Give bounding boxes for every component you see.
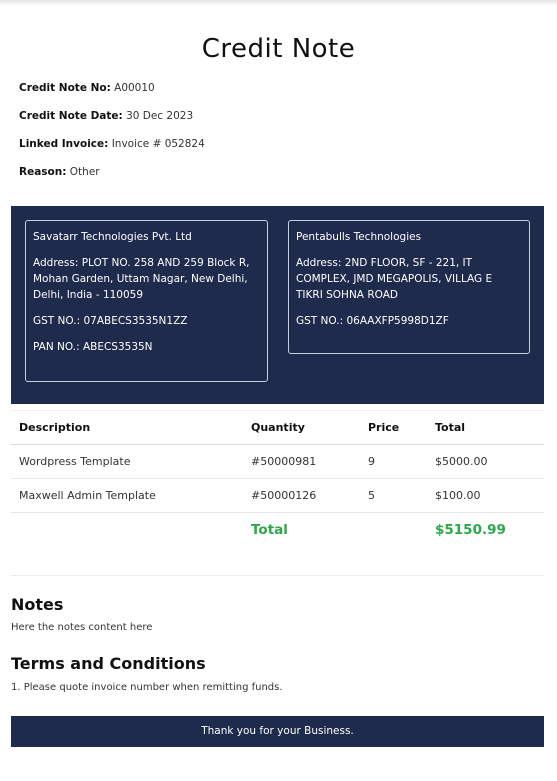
to-company-gst: GST NO.: 06AAXFP5998D1ZF xyxy=(296,315,449,327)
column-header-quantity: Quantity xyxy=(243,410,360,445)
reason-value: Other xyxy=(69,166,100,178)
terms-text: 1. Please quote invoice number when remi… xyxy=(11,682,283,693)
total-label: Total xyxy=(251,521,288,538)
row-quantity: #50000126 xyxy=(243,478,360,513)
from-company-gst: GST NO.: 07ABECS3535N1ZZ xyxy=(33,315,188,327)
row-price: 9 xyxy=(360,444,427,479)
from-company-address: Address: PLOT NO. 258 AND 259 Block R, M… xyxy=(33,257,250,301)
table-row: Maxwell Admin Template #50000126 5 $100.… xyxy=(11,478,544,513)
column-header-price: Price xyxy=(360,410,427,445)
row-description: Maxwell Admin Template xyxy=(11,478,243,513)
row-price: 5 xyxy=(360,478,427,513)
total-value: $5150.99 xyxy=(435,521,506,538)
from-company-card: Savatarr Technologies Pvt. Ltd Address: … xyxy=(25,220,268,382)
to-company-card: Pentabulls Technologies Address: 2ND FLO… xyxy=(288,220,530,354)
total-row-spacer xyxy=(360,513,427,547)
party-details-panel: Savatarr Technologies Pvt. Ltd Address: … xyxy=(11,206,544,404)
credit-note-number: Credit Note No: A00010 xyxy=(19,82,155,94)
credit-note-date: Credit Note Date: 30 Dec 2023 xyxy=(19,110,193,122)
table-row: Wordpress Template #50000981 9 $5000.00 xyxy=(11,444,544,479)
from-company-name: Savatarr Technologies Pvt. Ltd xyxy=(33,231,192,243)
row-quantity: #50000981 xyxy=(243,444,360,479)
linked-invoice-label: Linked Invoice: xyxy=(19,138,109,150)
from-company-pan: PAN NO.: ABECS3535N xyxy=(33,341,153,353)
linked-invoice: Linked Invoice: Invoice # 052824 xyxy=(19,138,205,150)
items-table: Description Quantity Price Total Wordpre… xyxy=(11,410,544,547)
notes-text: Here the notes content here xyxy=(11,622,153,633)
page-title: Credit Note xyxy=(201,34,356,64)
terms-title: Terms and Conditions xyxy=(11,654,206,673)
total-row: Total $5150.99 xyxy=(11,513,544,547)
column-header-description: Description xyxy=(11,410,243,445)
row-total: $5000.00 xyxy=(427,444,544,479)
column-header-total: Total xyxy=(427,410,544,445)
notes-title: Notes xyxy=(11,595,64,614)
credit-note-date-label: Credit Note Date: xyxy=(19,110,123,122)
table-header-row: Description Quantity Price Total xyxy=(11,410,544,445)
reason-label: Reason: xyxy=(19,166,67,178)
row-total: $100.00 xyxy=(427,478,544,513)
reason: Reason: Other xyxy=(19,166,100,178)
total-row-spacer xyxy=(11,513,243,547)
credit-note-number-value: A00010 xyxy=(114,82,155,94)
section-divider xyxy=(11,575,544,576)
row-description: Wordpress Template xyxy=(11,444,243,479)
to-company-name: Pentabulls Technologies xyxy=(296,231,422,243)
to-company-address: Address: 2ND FLOOR, SF - 221, IT COMPLEX… xyxy=(296,257,493,301)
thank-you-footer: Thank you for your Business. xyxy=(11,716,544,747)
credit-note-date-value: 30 Dec 2023 xyxy=(126,110,194,122)
top-shadow xyxy=(0,0,557,6)
linked-invoice-value: Invoice # 052824 xyxy=(111,138,205,150)
credit-note-number-label: Credit Note No: xyxy=(19,82,111,94)
